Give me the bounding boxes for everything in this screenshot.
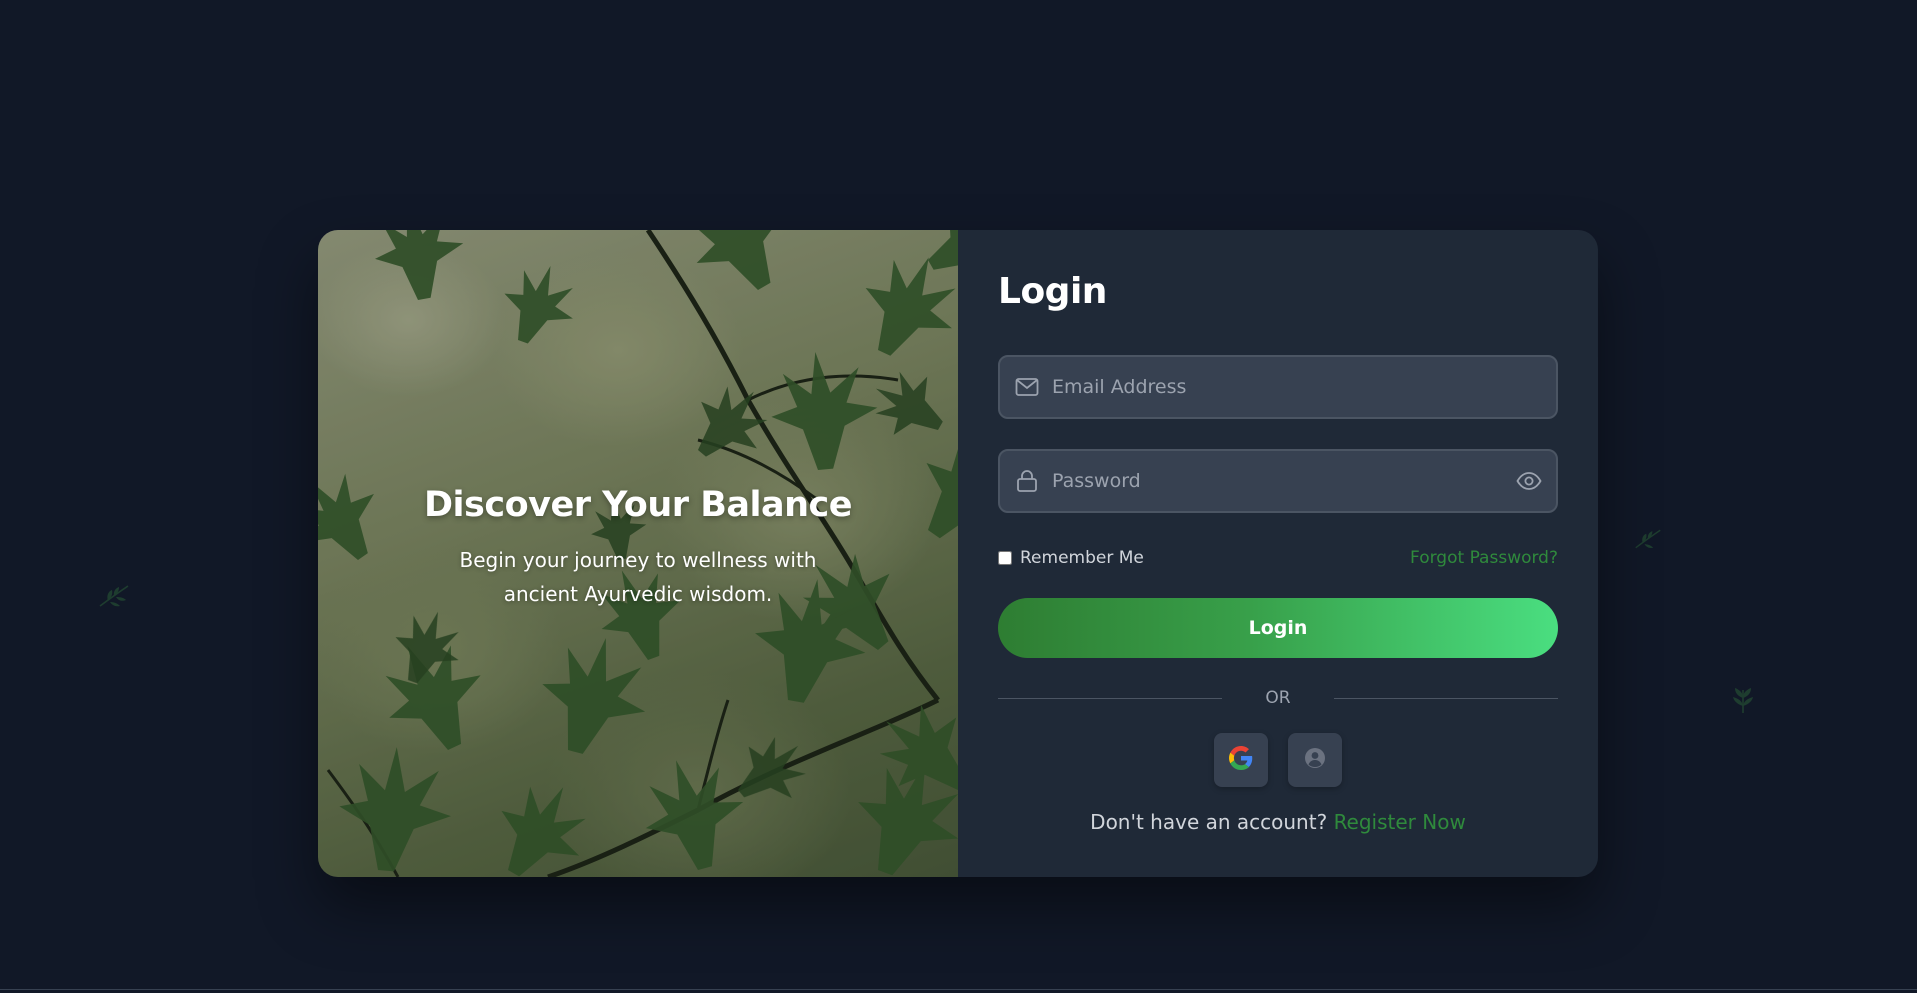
- divider-label: OR: [1265, 688, 1291, 708]
- login-title: Login: [998, 271, 1107, 312]
- login-form-panel: Login Email Address Remember Me Forgot P…: [958, 230, 1598, 877]
- hero-subtitle: Begin your journey to wellness with anci…: [459, 548, 817, 606]
- guest-login-button[interactable]: [1288, 733, 1342, 787]
- envelope-icon: [1014, 374, 1040, 400]
- login-options-row: Remember Me Forgot Password?: [998, 546, 1558, 570]
- divider-line: [1334, 697, 1558, 699]
- login-card: Discover Your Balance Begin your journey…: [318, 230, 1598, 877]
- register-link[interactable]: Register Now: [1334, 810, 1466, 834]
- eye-icon[interactable]: [1516, 468, 1542, 494]
- email-input[interactable]: [1050, 356, 1556, 418]
- email-field[interactable]: [998, 355, 1558, 419]
- password-field[interactable]: [998, 449, 1558, 513]
- login-button[interactable]: Login: [998, 598, 1558, 658]
- hero-image-panel: Discover Your Balance Begin your journey…: [318, 230, 958, 877]
- remember-me-label: Remember Me: [1020, 548, 1144, 568]
- password-input[interactable]: [1050, 450, 1516, 512]
- lock-icon: [1014, 468, 1040, 494]
- divider-line: [998, 697, 1222, 699]
- forgot-password-link[interactable]: Forgot Password?: [1410, 548, 1558, 568]
- remember-me-checkbox[interactable]: [998, 551, 1012, 565]
- google-icon: [1229, 746, 1253, 774]
- register-prompt-text: Don't have an account?: [1090, 810, 1328, 834]
- remember-me[interactable]: Remember Me: [998, 548, 1144, 568]
- leaf-icon: [1730, 684, 1756, 714]
- hero-title: Discover Your Balance: [423, 485, 853, 525]
- bottom-divider: [0, 989, 1917, 990]
- hero-text: Discover Your Balance Begin your journey…: [318, 485, 958, 611]
- leaf-icon: [1634, 526, 1662, 552]
- leaf-icon: [98, 582, 130, 610]
- user-circle-icon: [1304, 747, 1326, 773]
- social-login-row: [958, 733, 1598, 787]
- or-divider: OR: [998, 686, 1558, 710]
- google-login-button[interactable]: [1214, 733, 1268, 787]
- register-prompt: Don't have an account? Register Now: [958, 810, 1598, 834]
